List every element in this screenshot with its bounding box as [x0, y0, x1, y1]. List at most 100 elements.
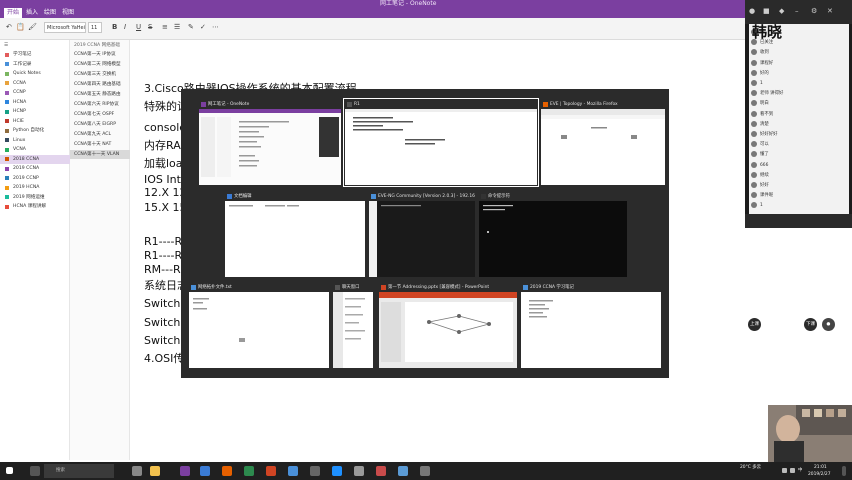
task-window-powerpoint[interactable]: 第一节 Addressing.pptx [兼容模式] - PowerPoint: [379, 283, 517, 368]
more-icon[interactable]: ⋯: [212, 22, 219, 32]
avatar[interactable]: [751, 151, 757, 158]
app-taskbar-icon[interactable]: [244, 466, 254, 476]
section-item[interactable]: CCNA: [0, 79, 70, 88]
section-item[interactable]: 2019 CCNA: [0, 164, 70, 173]
task-window-cmd[interactable]: 命令提示符: [479, 192, 627, 277]
avatar[interactable]: [751, 100, 757, 107]
page-item[interactable]: CCNA第五天 静态路由: [70, 90, 130, 99]
page-item[interactable]: CCNA第九天 ACL: [70, 130, 130, 139]
task-window-chat[interactable]: 聊天窗口: [333, 283, 373, 368]
avatar[interactable]: [751, 161, 757, 168]
tag-icon[interactable]: ✓: [200, 22, 206, 32]
firefox-taskbar-icon[interactable]: [222, 466, 232, 476]
note-line[interactable]: 内存RA: [144, 139, 181, 153]
bullets-button[interactable]: ≡: [162, 22, 168, 32]
section-item[interactable]: VCNA: [0, 145, 70, 154]
note-line[interactable]: R1----R: [144, 235, 182, 249]
minimize-icon[interactable]: –: [795, 7, 799, 15]
bold-button[interactable]: B: [112, 22, 117, 32]
class-end-button[interactable]: 下课: [804, 318, 817, 331]
avatar[interactable]: [751, 131, 757, 137]
strikethrough-button[interactable]: S: [148, 22, 152, 32]
clock-time[interactable]: 21:01: [814, 465, 827, 471]
class-start-button[interactable]: 上课: [748, 318, 761, 331]
avatar[interactable]: [751, 171, 757, 178]
avatar[interactable]: [751, 80, 757, 86]
section-item[interactable]: CCNP: [0, 88, 70, 97]
task-window-notepad[interactable]: 网络拓扑文件.txt: [189, 283, 329, 368]
ime-indicator[interactable]: 中: [798, 468, 802, 474]
page-item[interactable]: CCNA第八天 EIGRP: [70, 120, 130, 129]
settings-icon[interactable]: ⚙: [811, 7, 817, 15]
task-window-firefox[interactable]: EVE | Topology - Mozilla Firefox: [541, 100, 665, 185]
note-line[interactable]: RM---R: [144, 263, 181, 277]
highlight-icon[interactable]: ✎: [188, 22, 194, 32]
notebook-icon[interactable]: ☰: [4, 41, 8, 50]
network-icon[interactable]: [782, 468, 787, 473]
chat-taskbar-icon[interactable]: [332, 466, 342, 476]
numbering-button[interactable]: ☰: [174, 22, 180, 32]
section-item[interactable]: HCNA 课程讲解: [0, 202, 70, 211]
search-icon[interactable]: [30, 466, 40, 476]
format-painter-icon[interactable]: 🖌: [28, 22, 37, 32]
misc-taskbar-icon[interactable]: [420, 466, 430, 476]
taskbar-search[interactable]: 搜索: [44, 464, 114, 478]
notification-icon[interactable]: [842, 466, 846, 476]
undo-icon[interactable]: ↶: [6, 22, 12, 32]
page-item[interactable]: CCNA第三天 交换机: [70, 70, 130, 79]
section-item[interactable]: 学习笔记: [0, 50, 70, 59]
italic-button[interactable]: I: [124, 22, 126, 32]
note-line[interactable]: R1----R: [144, 249, 182, 263]
font-size-select[interactable]: 11: [88, 22, 102, 33]
vm-taskbar-icon[interactable]: [398, 466, 408, 476]
note-line[interactable]: console: [144, 121, 186, 135]
section-item[interactable]: Python 自动化: [0, 126, 70, 135]
notepad-taskbar-icon[interactable]: [354, 466, 364, 476]
terminal-taskbar-icon[interactable]: [288, 466, 298, 476]
record-icon[interactable]: ●: [822, 318, 835, 331]
section-item[interactable]: HCNP: [0, 107, 70, 116]
task-window-r1-terminal[interactable]: R1: [343, 98, 539, 187]
section-item[interactable]: 2019 CCNP: [0, 174, 70, 183]
page-item[interactable]: CCNA第七天 OSPF: [70, 110, 130, 119]
task-window-eve-ng[interactable]: EVE-NG Community [Version 2.0.3] - 192.1…: [369, 192, 475, 277]
avatar[interactable]: [751, 120, 757, 127]
user-icon[interactable]: ●: [749, 7, 755, 15]
tab-draw[interactable]: 绘图: [44, 8, 56, 18]
clock-date[interactable]: 2019/2/27: [808, 472, 831, 478]
cmd-taskbar-icon[interactable]: [310, 466, 320, 476]
section-item[interactable]: 工作记录: [0, 60, 70, 69]
gift-icon[interactable]: ■: [763, 7, 770, 15]
chat-input-bar[interactable]: [745, 214, 852, 228]
avatar[interactable]: [751, 59, 757, 66]
page-item[interactable]: CCNA第四天 路由基础: [70, 80, 130, 89]
page-item[interactable]: CCNA第十天 NAT: [70, 140, 130, 149]
section-item[interactable]: HCNA: [0, 98, 70, 107]
recorder-taskbar-icon[interactable]: [376, 466, 386, 476]
onenote-taskbar-icon[interactable]: [180, 466, 190, 476]
task-window-onenote[interactable]: 网工笔记 - OneNote: [199, 100, 341, 185]
task-window-notes-2[interactable]: 2019 CCNA 学习笔记: [521, 283, 661, 368]
section-item[interactable]: Linux: [0, 136, 70, 145]
section-item[interactable]: 2019 网络运维: [0, 193, 70, 202]
font-name-select[interactable]: Microsoft YaHei: [44, 22, 86, 33]
tab-home[interactable]: 开始: [4, 8, 23, 18]
page-item[interactable]: CCNA第二天 网络模型: [70, 60, 130, 69]
avatar[interactable]: [751, 141, 757, 148]
tab-insert[interactable]: 插入: [26, 8, 38, 18]
close-icon[interactable]: ✕: [827, 7, 833, 15]
tab-view[interactable]: 视图: [62, 8, 74, 18]
avatar[interactable]: [751, 69, 757, 76]
page-item[interactable]: CCNA第六天 RIP协议: [70, 100, 130, 109]
avatar[interactable]: [751, 202, 757, 209]
page-item[interactable]: CCNA第十一天 VLAN: [70, 150, 130, 159]
section-item[interactable]: 2019 HCNA: [0, 183, 70, 192]
start-icon[interactable]: [6, 467, 13, 474]
avatar[interactable]: [751, 110, 757, 117]
volume-icon[interactable]: [790, 468, 795, 473]
page-item[interactable]: CCNA第一天 IP协议: [70, 50, 130, 59]
section-item[interactable]: Quick Notes: [0, 69, 70, 78]
share-icon[interactable]: ◆: [779, 7, 784, 15]
powerpoint-taskbar-icon[interactable]: [266, 466, 276, 476]
underline-button[interactable]: U: [136, 22, 141, 32]
